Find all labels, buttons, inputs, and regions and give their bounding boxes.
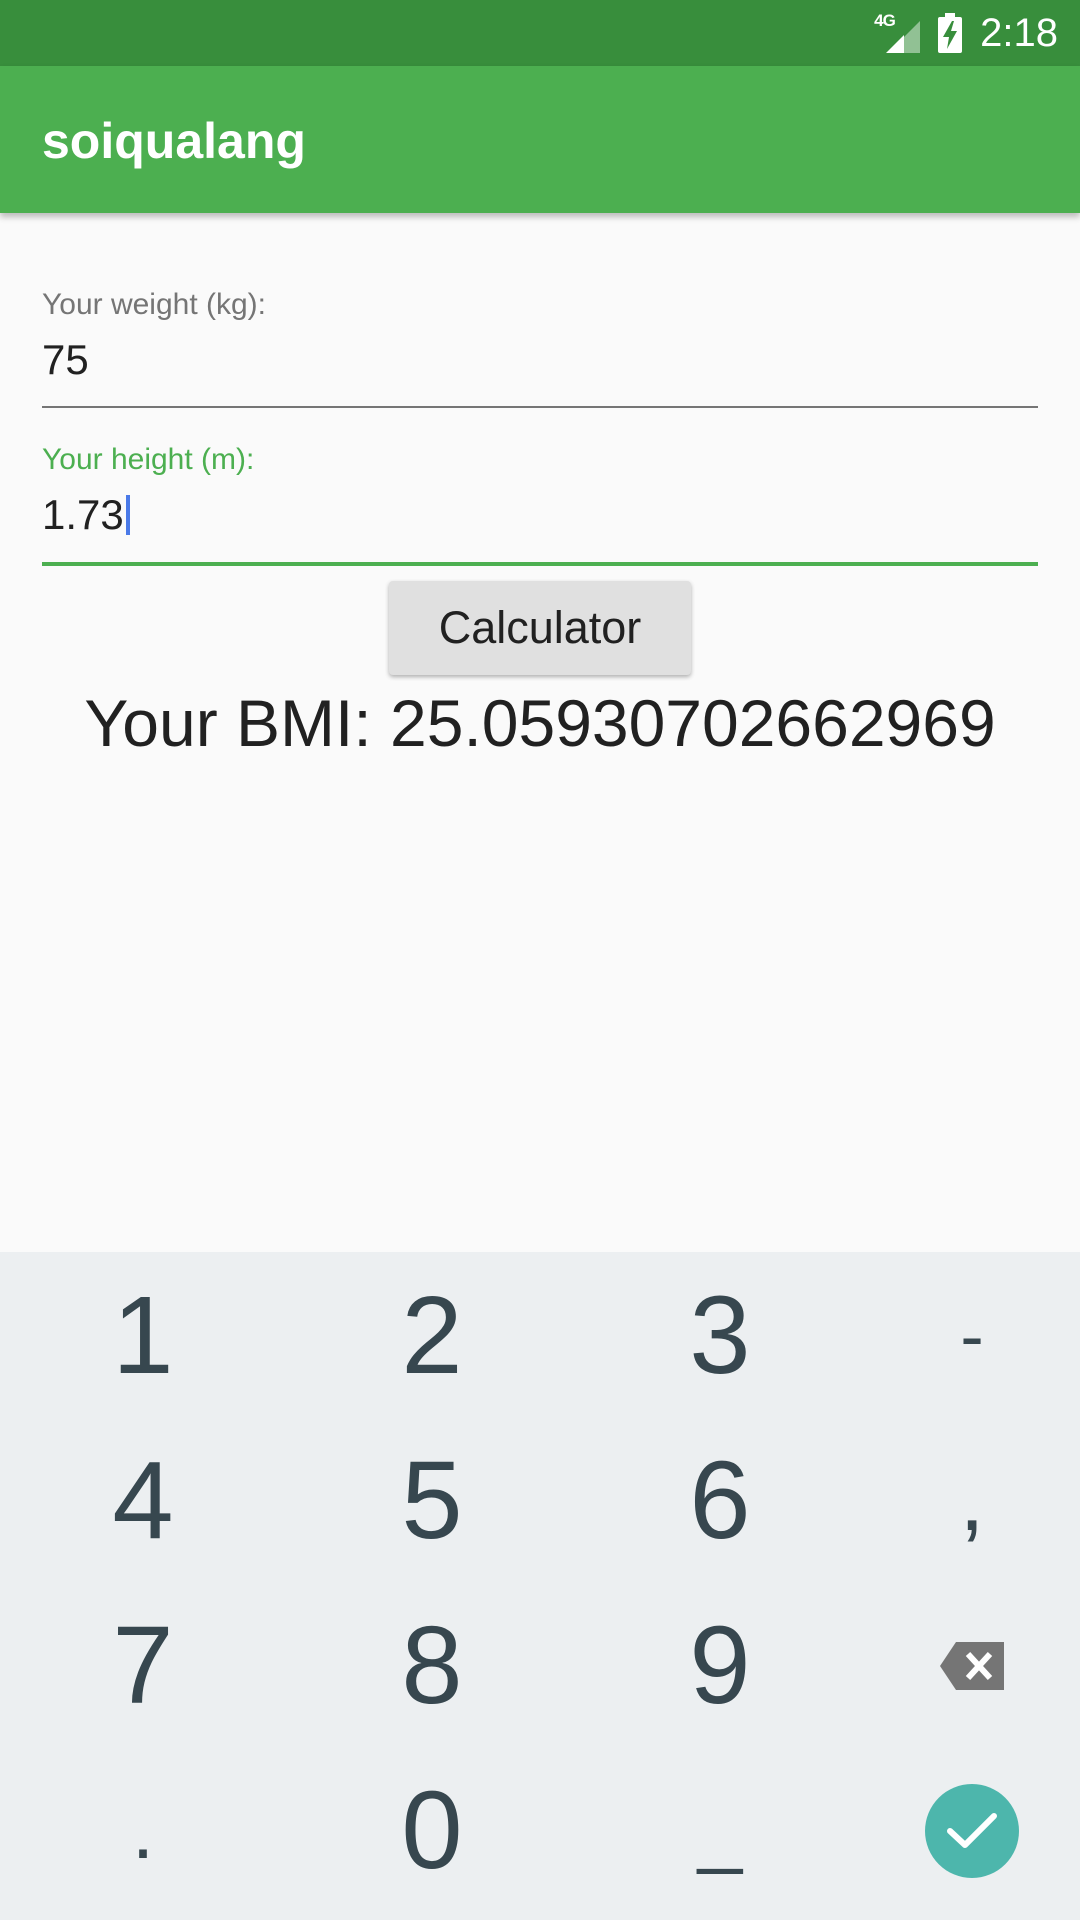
weight-underline	[42, 406, 1038, 408]
weight-label: Your weight (kg):	[42, 288, 267, 321]
app-bar: soiqualang	[0, 66, 1080, 213]
key-5[interactable]: 5	[297, 1417, 567, 1584]
height-underline	[42, 562, 1038, 566]
key-3[interactable]: 3	[585, 1252, 855, 1419]
key-2[interactable]: 2	[297, 1252, 567, 1419]
key-9[interactable]: 9	[585, 1582, 855, 1749]
key-comma[interactable]: ,	[837, 1417, 1080, 1584]
key-4[interactable]: 4	[8, 1417, 278, 1584]
key-8[interactable]: 8	[297, 1582, 567, 1749]
bmi-result: Your BMI: 25.05930702662969	[84, 686, 996, 760]
clock: 2:18	[980, 10, 1058, 55]
signal-icon: 4G	[874, 11, 921, 53]
key-1[interactable]: 1	[8, 1252, 278, 1419]
key-minus[interactable]: -	[837, 1252, 1080, 1419]
battery-charging-icon	[938, 13, 963, 53]
key-0[interactable]: 0	[297, 1747, 567, 1914]
key-6[interactable]: 6	[585, 1417, 855, 1584]
backspace-icon	[940, 1641, 1004, 1690]
calculate-button[interactable]: Calculator	[389, 581, 691, 675]
status-bar: 4G 2:18	[0, 0, 1080, 66]
status-icons: 4G 2:18	[874, 0, 1058, 66]
weight-field[interactable]: Your weight (kg): 75	[42, 288, 1038, 410]
key-done[interactable]	[837, 1747, 1080, 1914]
numeric-keyboard: 1 2 3 - 4 5 6 , 7 8 9 . 0 _	[0, 1252, 1080, 1920]
height-label: Your height (m):	[42, 443, 255, 476]
key-7[interactable]: 7	[8, 1582, 278, 1749]
done-button[interactable]	[925, 1783, 1019, 1878]
app-title: soiqualang	[42, 113, 306, 169]
key-backspace[interactable]	[837, 1582, 1080, 1749]
height-field[interactable]: Your height (m): 1.73	[42, 443, 1038, 567]
height-value: 1.73	[42, 491, 124, 538]
text-cursor	[125, 495, 130, 535]
done-check-icon	[947, 1812, 997, 1848]
weight-input[interactable]: 75	[42, 336, 89, 384]
weight-value: 75	[42, 336, 89, 383]
key-underscore[interactable]: _	[585, 1747, 855, 1914]
height-input[interactable]: 1.73	[42, 491, 130, 539]
key-dot[interactable]: .	[8, 1747, 278, 1914]
